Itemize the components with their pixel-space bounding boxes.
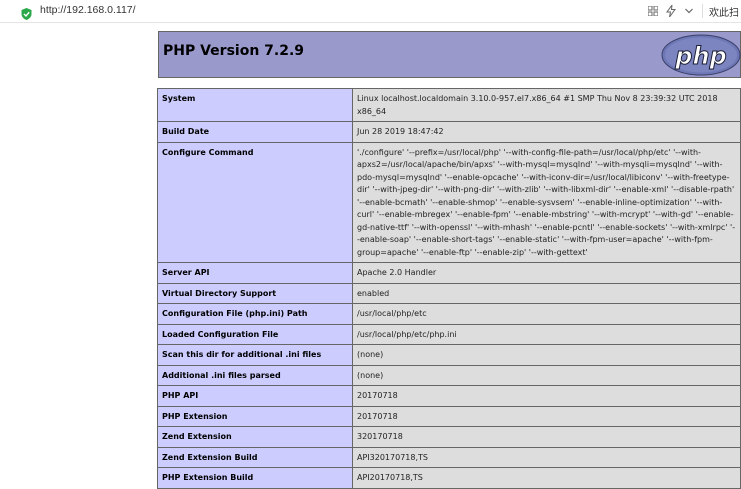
php-logo: php bbox=[661, 34, 741, 76]
row-key: Zend Extension Build bbox=[157, 446, 353, 468]
row-value: 20170718 bbox=[352, 385, 741, 407]
table-row: Server API Apache 2.0 Handler bbox=[157, 262, 741, 284]
secure-shield-icon bbox=[21, 5, 32, 20]
chevron-down-icon[interactable] bbox=[682, 4, 696, 18]
table-row: System Linux localhost.localdomain 3.10.0… bbox=[157, 88, 741, 122]
table-row: Zend Extension 320170718 bbox=[157, 426, 741, 448]
row-value: Linux localhost.localdomain 3.10.0-957.e… bbox=[352, 88, 741, 122]
row-key: Loaded Configuration File bbox=[157, 323, 353, 345]
page-title: PHP Version 7.2.9 bbox=[163, 43, 305, 59]
table-row: Additional .ini files parsed (none) bbox=[157, 364, 741, 386]
row-value: (none) bbox=[352, 364, 741, 386]
row-value: './configure' '--prefix=/usr/local/php' … bbox=[352, 141, 741, 263]
row-key: Build Date bbox=[157, 121, 353, 143]
row-key: Server API bbox=[157, 262, 353, 284]
lightning-icon[interactable] bbox=[664, 4, 678, 18]
php-header: PHP Version 7.2.9 php bbox=[158, 31, 741, 78]
address-bar[interactable]: http://192.168.0.117/ 欢此扫 bbox=[0, 0, 741, 23]
row-value: enabled bbox=[352, 282, 741, 304]
table-row: Zend Extension Build API320170718,TS bbox=[157, 446, 741, 468]
row-key: Scan this dir for additional .ini files bbox=[157, 344, 353, 366]
row-value: 320170718 bbox=[352, 426, 741, 448]
row-key: Zend Extension bbox=[157, 426, 353, 448]
row-key: PHP API bbox=[157, 385, 353, 407]
row-key: Additional .ini files parsed bbox=[157, 364, 353, 386]
row-key: System bbox=[157, 88, 353, 122]
row-value: (none) bbox=[352, 344, 741, 366]
row-key: PHP Extension Build bbox=[157, 467, 353, 489]
table-row: Configuration File (php.ini) Path/usr/lo… bbox=[157, 303, 741, 325]
row-key: Configuration File (php.ini) Path bbox=[157, 303, 353, 325]
row-value: API320170718,TS bbox=[352, 446, 741, 468]
table-row: PHP Extension 20170718 bbox=[157, 405, 741, 427]
table-row: Loaded Configuration File/usr/local/php/… bbox=[157, 323, 741, 345]
row-key: Virtual Directory Support bbox=[157, 282, 353, 304]
url-text[interactable]: http://192.168.0.117/ bbox=[40, 4, 136, 16]
row-value: 20170718 bbox=[352, 405, 741, 427]
row-value: Apache 2.0 Handler bbox=[352, 262, 741, 284]
row-value: API20170718,TS bbox=[352, 467, 741, 489]
php-info-table: System Linux localhost.localdomain 3.10.0… bbox=[157, 88, 741, 489]
toolbar-divider bbox=[702, 4, 703, 18]
grid-icon[interactable] bbox=[646, 4, 660, 18]
toolbar-label[interactable]: 欢此扫 bbox=[709, 4, 739, 19]
table-row: Configure Command './configure' '--prefix… bbox=[157, 141, 741, 263]
row-key: Configure Command bbox=[157, 141, 353, 263]
table-row: Scan this dir for additional .ini files(… bbox=[157, 344, 741, 366]
table-row: PHP API 20170718 bbox=[157, 385, 741, 407]
row-value: /usr/local/php/etc bbox=[352, 303, 741, 325]
table-row: Virtual Directory Support enabled bbox=[157, 282, 741, 304]
table-row: PHP Extension Build API20170718,TS bbox=[157, 467, 741, 489]
row-key: PHP Extension bbox=[157, 405, 353, 427]
row-value: /usr/local/php/etc/php.ini bbox=[352, 323, 741, 345]
row-value: Jun 28 2019 18:47:42 bbox=[352, 121, 741, 143]
table-row: Build Date Jun 28 2019 18:47:42 bbox=[157, 121, 741, 143]
php-logo-text: php bbox=[674, 42, 726, 70]
